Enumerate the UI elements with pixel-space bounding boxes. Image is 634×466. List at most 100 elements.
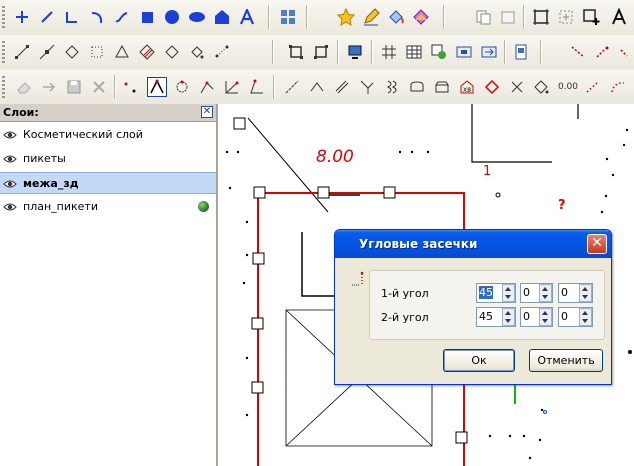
database-icon (431, 44, 446, 59)
bbox-button[interactable] (286, 42, 306, 62)
diamond-icon (65, 45, 79, 59)
snap-end-button[interactable] (37, 42, 57, 62)
curve-tool-button[interactable] (112, 7, 132, 27)
frame-plus-button[interactable] (581, 7, 601, 27)
save-button[interactable] (64, 77, 84, 97)
snap-node-button[interactable] (62, 42, 82, 62)
layer-item-mezha[interactable]: межа_зд (0, 172, 216, 194)
spin-arrows-icon[interactable] (502, 284, 515, 302)
spin-arrows-icon[interactable] (579, 284, 592, 302)
snap-hatch-button[interactable] (137, 42, 157, 62)
snap-points-button[interactable] (87, 42, 107, 62)
dot-point-button[interactable] (120, 77, 140, 97)
eye-icon[interactable] (3, 202, 17, 211)
delete-button[interactable] (89, 77, 109, 97)
dotted-red-button[interactable] (593, 42, 613, 62)
close-x-icon (93, 81, 105, 93)
first-angle-seconds[interactable]: 0 (558, 283, 593, 303)
database-button[interactable] (429, 42, 449, 62)
cross-button[interactable] (507, 77, 527, 97)
perpendicular-button[interactable] (197, 77, 217, 97)
polygon-tool-button[interactable] (212, 7, 232, 27)
frame-button[interactable] (531, 7, 551, 27)
text-frame-button[interactable] (609, 7, 629, 27)
bbox-alt-button[interactable] (311, 42, 331, 62)
layers-style-button[interactable] (411, 7, 431, 27)
layer-item-plan[interactable]: план_пикети (0, 196, 216, 218)
text-tool-button[interactable] (237, 7, 257, 27)
red-dot-line-button[interactable] (583, 77, 603, 97)
circle-tool-button[interactable] (162, 7, 182, 27)
first-angle-degrees[interactable]: 45 (476, 283, 516, 303)
floppy-icon (67, 80, 81, 94)
second-angle-minutes[interactable]: 0 (520, 307, 553, 327)
parallel-button[interactable] (332, 77, 352, 97)
arc-tool-button[interactable] (87, 7, 107, 27)
display-button[interactable] (345, 42, 365, 62)
house-button[interactable]: X8 (457, 77, 477, 97)
snap-rotate-button[interactable] (187, 42, 207, 62)
first-angle-minutes[interactable]: 0 (520, 283, 553, 303)
snap-line-button[interactable] (12, 42, 32, 62)
layer-item-cosmetic[interactable]: Косметический слой (0, 124, 216, 146)
pencil-button[interactable] (361, 7, 381, 27)
second-angle-degrees[interactable]: 45 (476, 307, 516, 327)
eye-icon[interactable] (3, 154, 17, 163)
cancel-button[interactable]: Отменить (529, 349, 603, 372)
point-tool-button[interactable] (12, 7, 32, 27)
lean-button[interactable] (247, 77, 267, 97)
second-angle-seconds[interactable]: 0 (558, 307, 593, 327)
diamond-red-button[interactable] (482, 77, 502, 97)
grid-lines-button[interactable] (379, 42, 399, 62)
copy-button[interactable] (473, 7, 493, 27)
dialog-titlebar[interactable]: Угловые засечки ✕ (335, 230, 611, 258)
ellipse-tool-button[interactable] (187, 7, 207, 27)
cube-button[interactable] (432, 77, 452, 97)
fork-button[interactable] (357, 77, 377, 97)
grid-select-button[interactable] (278, 7, 298, 27)
table-button[interactable] (404, 42, 424, 62)
close-icon[interactable]: ✕ (587, 234, 607, 254)
layer-item-piketi[interactable]: пикеты (0, 148, 216, 170)
add-frame-button[interactable] (556, 7, 576, 27)
spin-arrows-icon[interactable] (579, 308, 592, 326)
angle-intersection-button[interactable] (147, 77, 167, 97)
snap-triangle-button[interactable] (112, 42, 132, 62)
offset-line-button[interactable] (282, 77, 302, 97)
paste-button[interactable] (498, 7, 518, 27)
close-icon[interactable]: ✕ (201, 106, 213, 118)
line-tool-button[interactable] (37, 7, 57, 27)
diamond-icon (165, 45, 179, 59)
spin-arrows-icon[interactable] (539, 284, 552, 302)
toolbar-grip[interactable] (2, 41, 5, 63)
bracket-button[interactable] (407, 77, 427, 97)
ok-button[interactable]: Ок (443, 349, 515, 372)
save-view-button[interactable] (511, 42, 531, 62)
dotted-line-button[interactable] (568, 42, 588, 62)
spin-arrows-icon[interactable] (539, 308, 552, 326)
export-button[interactable] (454, 42, 474, 62)
red-dot-curve-button[interactable] (608, 77, 628, 97)
favorite-button[interactable] (336, 7, 356, 27)
polyline-tool-button[interactable] (62, 7, 82, 27)
angle-button[interactable] (222, 77, 242, 97)
import-button[interactable] (479, 42, 499, 62)
dimension-label: 8.00 (316, 147, 354, 167)
eye-icon[interactable] (3, 130, 17, 139)
corner-button[interactable] (307, 77, 327, 97)
eye-icon[interactable] (3, 179, 17, 188)
eraser-button[interactable] (14, 77, 34, 97)
dotted-red-alt-button[interactable] (617, 42, 634, 62)
fill-button[interactable] (386, 7, 406, 27)
circle-intersect-button[interactable] (172, 77, 192, 97)
wave-button[interactable] (382, 77, 402, 97)
rectangle-tool-button[interactable] (137, 7, 157, 27)
forward-button[interactable] (39, 77, 59, 97)
toolbar-grip[interactable] (2, 6, 5, 28)
toolbar-grip[interactable] (2, 76, 5, 98)
zero-value-button[interactable]: 0.00 (556, 77, 580, 97)
snap-vertex-button[interactable] (162, 42, 182, 62)
rhombus-button[interactable] (532, 77, 552, 97)
spin-arrows-icon[interactable] (502, 308, 515, 326)
snap-numbered-button[interactable] (212, 42, 232, 62)
